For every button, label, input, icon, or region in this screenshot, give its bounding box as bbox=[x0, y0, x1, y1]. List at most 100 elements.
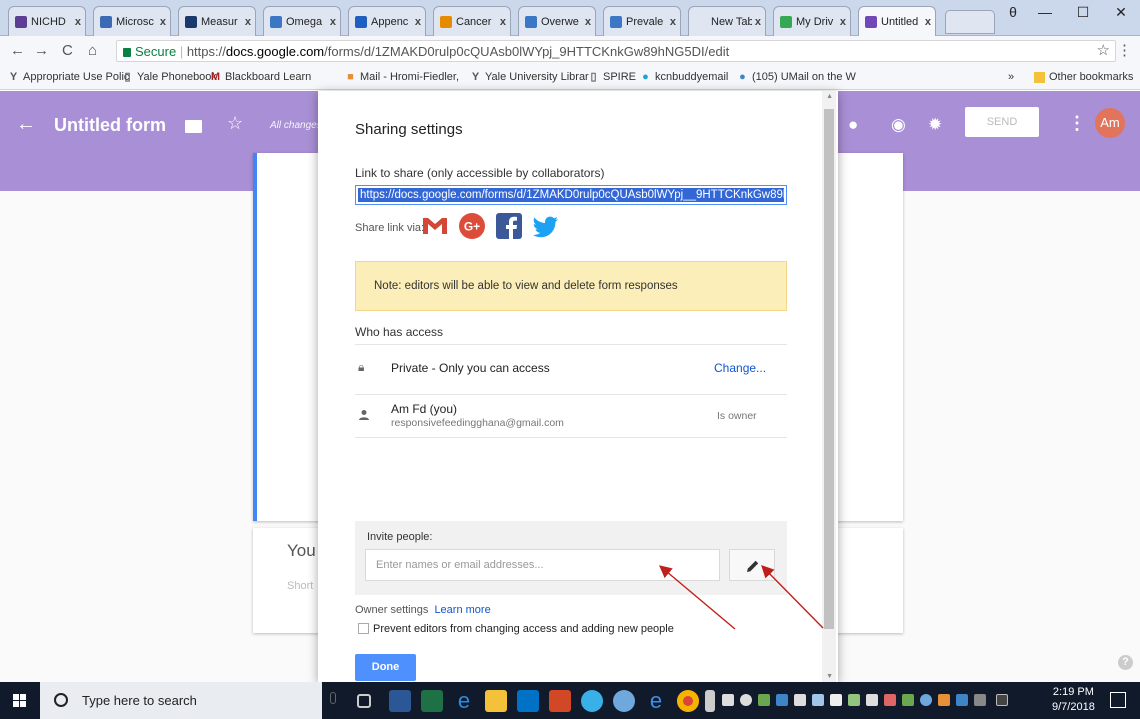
bookmark-item[interactable]: M Blackboard Learn bbox=[210, 71, 311, 83]
home-icon[interactable]: ⌂ bbox=[88, 42, 97, 59]
edit-permission-button[interactable] bbox=[729, 549, 775, 581]
maximize-icon[interactable]: ☐ bbox=[1068, 4, 1098, 21]
done-button[interactable]: Done bbox=[355, 654, 416, 681]
excel-icon[interactable] bbox=[421, 690, 443, 712]
browser-tab[interactable]: Prevale x bbox=[603, 6, 681, 36]
mail-icon[interactable] bbox=[830, 694, 842, 706]
more-options-icon[interactable]: ⋮ bbox=[1068, 113, 1086, 134]
star-icon[interactable]: ☆ bbox=[227, 113, 243, 134]
invite-people-input[interactable]: Enter names or email addresses... bbox=[365, 549, 720, 581]
tray-icon[interactable] bbox=[884, 694, 896, 706]
facebook-icon[interactable] bbox=[494, 211, 524, 241]
tab-close-icon[interactable]: x bbox=[245, 16, 251, 28]
internet-explorer-icon[interactable]: e bbox=[645, 690, 667, 712]
tray-icon[interactable] bbox=[794, 694, 806, 706]
tray-icon[interactable] bbox=[920, 694, 932, 706]
bookmark-item[interactable]: ▯ Yale Phonebook bbox=[122, 71, 216, 83]
help-icon[interactable]: ? bbox=[1118, 655, 1133, 670]
tray-icon[interactable] bbox=[758, 694, 770, 706]
form-title[interactable]: Untitled form bbox=[54, 115, 166, 136]
other-bookmarks[interactable]: Other bookmarks bbox=[1034, 71, 1133, 83]
bookmarks-overflow[interactable]: » bbox=[1008, 71, 1014, 83]
outlook-icon[interactable] bbox=[517, 690, 539, 712]
prevent-editors-checkbox[interactable] bbox=[358, 623, 369, 634]
send-button[interactable]: SEND bbox=[965, 107, 1039, 137]
tab-close-icon[interactable]: x bbox=[500, 16, 506, 28]
scroll-up-icon[interactable]: ▲ bbox=[826, 93, 833, 100]
word-icon[interactable] bbox=[389, 690, 411, 712]
tray-icon[interactable] bbox=[848, 694, 860, 706]
minimize-icon[interactable]: — bbox=[1030, 4, 1060, 20]
bookmark-item[interactable]: Y Yale University Librar bbox=[470, 71, 589, 83]
system-clock[interactable]: 2:19 PM 9/7/2018 bbox=[1052, 685, 1095, 715]
question-title[interactable]: You bbox=[287, 541, 316, 561]
start-button[interactable] bbox=[13, 694, 27, 708]
settings-gear-icon[interactable]: ✹ bbox=[928, 115, 942, 135]
browser-tab[interactable]: Omega x bbox=[263, 6, 341, 36]
tab-close-icon[interactable]: x bbox=[585, 16, 591, 28]
reload-icon[interactable]: C bbox=[62, 42, 73, 59]
back-icon[interactable]: ← bbox=[10, 42, 25, 59]
tray-icon[interactable] bbox=[956, 694, 968, 706]
bluetooth-icon[interactable] bbox=[812, 694, 824, 706]
tab-close-icon[interactable]: x bbox=[925, 16, 931, 28]
new-tab-button[interactable] bbox=[945, 10, 995, 34]
twitter-icon[interactable] bbox=[531, 211, 561, 241]
browser-tab[interactable]: Untitled x bbox=[858, 6, 936, 37]
tab-close-icon[interactable]: x bbox=[415, 16, 421, 28]
network-icon[interactable] bbox=[996, 694, 1008, 706]
tab-close-icon[interactable]: x bbox=[840, 16, 846, 28]
tray-icon[interactable] bbox=[902, 694, 914, 706]
browser-tab[interactable]: Microsc x bbox=[93, 6, 171, 36]
microphone-icon[interactable] bbox=[330, 692, 336, 704]
volume-icon[interactable] bbox=[974, 694, 986, 706]
close-window-icon[interactable]: ✕ bbox=[1106, 4, 1136, 21]
share-link-field[interactable]: https://docs.google.com/forms/d/1ZMAKD0r… bbox=[355, 185, 787, 205]
edge-icon[interactable]: e bbox=[453, 690, 475, 712]
folder-icon[interactable] bbox=[185, 120, 202, 133]
app-icon[interactable] bbox=[581, 690, 603, 712]
google-plus-icon[interactable]: G+ bbox=[457, 211, 487, 241]
browser-tab[interactable]: NICHD x bbox=[8, 6, 86, 36]
palette-icon[interactable]: ● bbox=[848, 115, 858, 135]
forward-icon[interactable]: → bbox=[34, 42, 49, 59]
tray-icon[interactable] bbox=[722, 694, 734, 706]
file-explorer-icon[interactable] bbox=[485, 690, 507, 712]
browser-tab[interactable]: New Tab x bbox=[688, 6, 766, 36]
bookmark-item[interactable]: ■ Mail - Hromi-Fiedler, bbox=[345, 71, 459, 83]
powerpoint-icon[interactable] bbox=[549, 690, 571, 712]
chrome-menu-icon[interactable]: ⋮ bbox=[1117, 41, 1132, 59]
tab-close-icon[interactable]: x bbox=[75, 16, 81, 28]
tab-close-icon[interactable]: x bbox=[755, 16, 761, 28]
task-view-icon[interactable] bbox=[357, 694, 371, 708]
bookmark-item[interactable]: ● (105) UMail on the W bbox=[737, 71, 856, 83]
dialog-scroll-thumb[interactable] bbox=[824, 109, 834, 629]
change-access-link[interactable]: Change... bbox=[714, 361, 766, 375]
chrome-icon[interactable] bbox=[677, 690, 699, 712]
bookmark-item[interactable]: ● kcnbuddyemail bbox=[640, 71, 728, 83]
url-input[interactable]: Secure | https://docs.google.com/forms/d… bbox=[116, 40, 1116, 62]
taskbar-search[interactable]: Type here to search bbox=[40, 682, 336, 719]
browser-tab[interactable]: Overwe x bbox=[518, 6, 596, 36]
scroll-down-icon[interactable]: ▼ bbox=[826, 673, 833, 680]
app-icon[interactable] bbox=[613, 690, 635, 712]
tray-icon[interactable] bbox=[866, 694, 878, 706]
tray-expand-icon[interactable] bbox=[705, 690, 715, 712]
browser-tab[interactable]: Appenc x bbox=[348, 6, 426, 36]
preview-eye-icon[interactable]: ◉ bbox=[891, 115, 906, 135]
browser-tab[interactable]: Measur x bbox=[178, 6, 256, 36]
learn-more-link[interactable]: Learn more bbox=[434, 604, 490, 616]
action-center-icon[interactable] bbox=[1110, 692, 1126, 708]
browser-tab[interactable]: Cancer x bbox=[433, 6, 511, 36]
tab-close-icon[interactable]: x bbox=[670, 16, 676, 28]
bookmark-star-icon[interactable]: ☆ bbox=[1097, 41, 1110, 59]
tab-close-icon[interactable]: x bbox=[160, 16, 166, 28]
tray-icon[interactable] bbox=[938, 694, 950, 706]
bookmark-item[interactable]: ▯ SPIRE bbox=[588, 71, 636, 83]
gmail-icon[interactable] bbox=[420, 211, 450, 241]
tray-icon[interactable] bbox=[740, 694, 752, 706]
browser-tab[interactable]: My Driv x bbox=[773, 6, 851, 36]
avatar[interactable]: Am bbox=[1095, 108, 1125, 138]
back-arrow-icon[interactable]: ← bbox=[16, 113, 36, 136]
bookmark-item[interactable]: Y Appropriate Use Polic bbox=[8, 71, 130, 83]
